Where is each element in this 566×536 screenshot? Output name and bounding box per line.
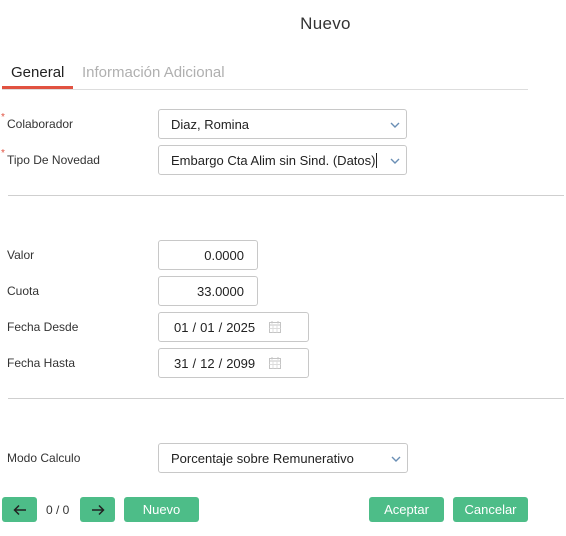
- cuota-value: 33.0000: [197, 283, 244, 299]
- cuota-input[interactable]: 33.0000: [158, 276, 258, 306]
- modo-calculo-select[interactable]: Porcentaje sobre Remunerativo: [158, 443, 408, 473]
- colaborador-label: Colaborador: [7, 117, 74, 131]
- fecha-hasta-month[interactable]: 12: [200, 356, 214, 371]
- fecha-desde-day[interactable]: 01: [174, 320, 188, 335]
- tipo-novedad-select[interactable]: Embargo Cta Alim sin Sind. (Datos): [158, 145, 407, 175]
- fecha-desde-year[interactable]: 2025: [226, 320, 255, 335]
- dialog-title: Nuevo: [300, 14, 351, 33]
- colaborador-select[interactable]: Diaz, Romina: [158, 109, 407, 139]
- required-marker: *: [1, 112, 5, 123]
- modo-calculo-label: Modo Calculo: [7, 451, 81, 465]
- calendar-icon[interactable]: [269, 357, 281, 369]
- chevron-down-icon: [390, 122, 400, 128]
- valor-input[interactable]: 0.0000: [158, 240, 258, 270]
- cancelar-button[interactable]: Cancelar: [453, 497, 528, 522]
- next-button[interactable]: [80, 497, 115, 522]
- fecha-desde-input[interactable]: 01 / 01 / 2025: [158, 312, 309, 342]
- tipo-novedad-label: Tipo De Novedad: [7, 153, 100, 167]
- tabs-divider: [2, 89, 528, 90]
- valor-value: 0.0000: [204, 247, 244, 263]
- aceptar-button[interactable]: Aceptar: [369, 497, 444, 522]
- date-separator: /: [218, 319, 223, 335]
- date-separator: /: [192, 355, 197, 371]
- fecha-desde-label: Fecha Desde: [7, 320, 79, 334]
- section-divider: [8, 398, 564, 399]
- fecha-hasta-input[interactable]: 31 / 12 / 2099: [158, 348, 309, 378]
- arrow-right-icon: [91, 504, 105, 515]
- section-divider: [8, 195, 564, 196]
- date-separator: /: [218, 355, 223, 371]
- fecha-hasta-day[interactable]: 31: [174, 356, 188, 371]
- modo-calculo-value: Porcentaje sobre Remunerativo: [171, 450, 354, 466]
- chevron-down-icon: [391, 456, 401, 462]
- chevron-down-icon: [390, 158, 400, 164]
- nuevo-button[interactable]: Nuevo: [124, 497, 199, 522]
- arrow-left-icon: [12, 504, 26, 515]
- cuota-label: Cuota: [7, 284, 40, 298]
- record-counter: 0 / 0: [46, 503, 70, 517]
- valor-label: Valor: [7, 248, 35, 262]
- previous-button[interactable]: [2, 497, 37, 522]
- fecha-desde-month[interactable]: 01: [200, 320, 214, 335]
- calendar-icon[interactable]: [269, 321, 281, 333]
- tab-general[interactable]: General: [11, 64, 64, 81]
- tipo-novedad-value: Embargo Cta Alim sin Sind. (Datos): [171, 152, 376, 168]
- colaborador-value: Diaz, Romina: [171, 116, 250, 132]
- date-separator: /: [192, 319, 197, 335]
- tab-informacion-adicional[interactable]: Información Adicional: [82, 64, 225, 81]
- fecha-hasta-year[interactable]: 2099: [226, 356, 255, 371]
- fecha-hasta-label: Fecha Hasta: [7, 356, 76, 370]
- required-marker: *: [1, 148, 5, 159]
- text-cursor: [376, 152, 378, 168]
